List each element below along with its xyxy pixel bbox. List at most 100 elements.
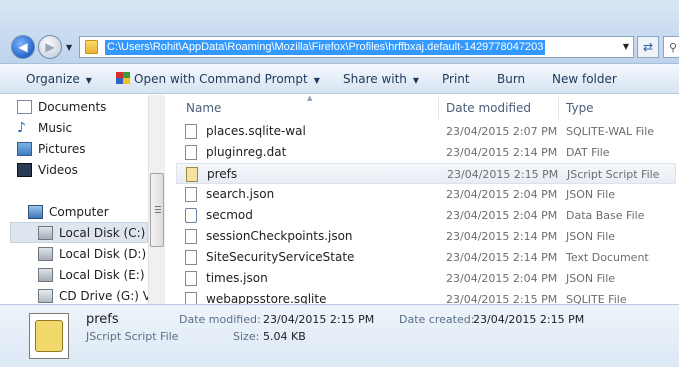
refresh-button[interactable]: ⇄ <box>637 36 659 58</box>
file-icon <box>185 271 197 286</box>
address-path[interactable]: C:\Users\Rohit\AppData\Roaming\Mozilla\F… <box>105 40 546 55</box>
file-type: DAT File <box>566 146 610 159</box>
print-button[interactable]: Print <box>442 64 470 94</box>
file-date: 23/04/2015 2:15 PM <box>446 293 558 304</box>
table-row[interactable]: times.json 23/04/2015 2:04 PM JSON File <box>176 268 676 289</box>
column-header-name[interactable]: Name <box>186 99 221 117</box>
scrollbar-thumb[interactable] <box>150 173 164 247</box>
table-row[interactable]: webappsstore.sqlite 23/04/2015 2:15 PM S… <box>176 289 676 304</box>
nav-scrollbar[interactable] <box>148 95 165 304</box>
back-arrow-icon: ◀ <box>18 40 28 54</box>
file-icon <box>185 229 197 244</box>
organize-button[interactable]: Organize ▼ <box>26 64 92 94</box>
table-row[interactable]: pluginreg.dat 23/04/2015 2:14 PM DAT Fil… <box>176 142 676 163</box>
chevron-down-icon: ▼ <box>313 76 320 85</box>
computer-icon <box>28 205 43 219</box>
details-file-type: JScript Script File <box>86 330 179 343</box>
navigation-pane: Documents ♪ Music Pictures Videos Comput… <box>0 95 150 304</box>
open-with-command-prompt-button[interactable]: Open with Command Prompt ▼ <box>116 64 320 94</box>
file-icon <box>185 292 197 304</box>
sidebar-item-label: Videos <box>38 163 78 177</box>
search-icon: ⚲ <box>668 40 678 54</box>
disk-icon <box>38 226 53 240</box>
file-icon <box>185 250 197 265</box>
file-name: pluginreg.dat <box>206 145 287 159</box>
forward-button[interactable]: ▶ <box>38 35 62 59</box>
table-row[interactable]: search.json 23/04/2015 2:04 PM JSON File <box>176 184 676 205</box>
file-date: 23/04/2015 2:14 PM <box>446 251 558 264</box>
file-date: 23/04/2015 2:04 PM <box>446 188 558 201</box>
column-header-type[interactable]: Type <box>566 99 594 117</box>
sidebar-item-computer[interactable]: Computer <box>28 202 109 222</box>
address-field[interactable]: C:\Users\Rohit\AppData\Roaming\Mozilla\F… <box>79 36 634 58</box>
chevron-down-icon: ▼ <box>412 76 420 85</box>
file-type: SQLITE File <box>566 293 627 304</box>
sidebar-item-local-disk-e[interactable]: Local Disk (E:) <box>38 265 145 285</box>
sidebar-item-label: Computer <box>49 205 109 219</box>
file-type: JSON File <box>566 188 616 201</box>
table-row-selected[interactable]: prefs 23/04/2015 2:15 PM JScript Script … <box>176 163 676 184</box>
size-label: Size: <box>233 330 260 343</box>
grip-icon <box>155 206 161 213</box>
file-name: sessionCheckpoints.json <box>206 229 353 243</box>
disk-icon <box>38 268 53 282</box>
file-name: times.json <box>206 271 268 285</box>
table-row[interactable]: secmod 23/04/2015 2:04 PM Data Base File <box>176 205 676 226</box>
documents-icon <box>17 100 32 114</box>
organize-label: Organize <box>26 72 80 86</box>
file-date: 23/04/2015 2:14 PM <box>446 146 558 159</box>
recent-pages-dropdown-icon[interactable]: ▼ <box>66 43 72 52</box>
sidebar-item-label: Local Disk (E:) <box>59 268 145 282</box>
chevron-down-icon: ▼ <box>85 76 92 85</box>
date-created-label: Date created: <box>399 313 475 326</box>
sidebar-item-label: Documents <box>38 100 107 114</box>
column-divider[interactable] <box>558 97 559 119</box>
column-divider[interactable] <box>438 97 439 119</box>
sidebar-item-videos[interactable]: Videos <box>17 160 78 180</box>
date-created-value: 23/04/2015 2:15 PM <box>473 313 585 326</box>
sidebar-item-cd-drive[interactable]: CD Drive (G:) VS2 <box>38 286 150 304</box>
column-header-date-modified[interactable]: Date modified <box>446 99 531 117</box>
file-name: places.sqlite-wal <box>206 124 306 138</box>
table-row[interactable]: SiteSecurityServiceState 23/04/2015 2:14… <box>176 247 676 268</box>
burn-button[interactable]: Burn <box>497 64 525 94</box>
search-box[interactable]: ⚲ <box>663 36 679 58</box>
file-type: Text Document <box>566 251 649 264</box>
size-value: 5.04 KB <box>263 330 306 343</box>
address-dropdown-icon[interactable]: ▼ <box>623 42 629 51</box>
table-row[interactable]: sessionCheckpoints.json 23/04/2015 2:14 … <box>176 226 676 247</box>
folder-icon <box>85 40 98 54</box>
file-type: JSON File <box>566 272 616 285</box>
jscript-file-icon <box>29 313 69 359</box>
jscript-file-icon <box>186 167 198 182</box>
sort-ascending-icon: ▲ <box>307 95 313 102</box>
table-row[interactable]: places.sqlite-wal 23/04/2015 2:07 PM SQL… <box>176 121 676 142</box>
details-file-name: prefs <box>86 312 119 327</box>
file-list: Name ▲ Date modified Type places.sqlite-… <box>168 95 679 304</box>
file-name: SiteSecurityServiceState <box>206 250 355 264</box>
address-bar-area: ◀ ▶ ▼ C:\Users\Rohit\AppData\Roaming\Moz… <box>0 0 679 64</box>
sidebar-item-local-disk-c[interactable]: Local Disk (C:) <box>38 223 146 243</box>
sidebar-item-label: Local Disk (C:) <box>59 226 146 240</box>
file-date: 23/04/2015 2:04 PM <box>446 209 558 222</box>
file-type: Data Base File <box>566 209 645 222</box>
videos-icon <box>17 163 32 177</box>
date-modified-value: 23/04/2015 2:15 PM <box>263 313 375 326</box>
file-name: secmod <box>206 208 253 222</box>
share-with-label: Share with <box>343 72 407 86</box>
back-button[interactable]: ◀ <box>11 35 35 59</box>
command-prompt-icon <box>116 72 130 84</box>
sidebar-item-local-disk-d[interactable]: Local Disk (D:) <box>38 244 147 264</box>
new-folder-button[interactable]: New folder <box>552 64 617 94</box>
sidebar-item-documents[interactable]: Documents <box>17 97 107 117</box>
file-type: JScript Script File <box>567 168 660 181</box>
file-date: 23/04/2015 2:14 PM <box>446 230 558 243</box>
sidebar-item-pictures[interactable]: Pictures <box>17 139 86 159</box>
sidebar-item-music[interactable]: ♪ Music <box>17 118 72 138</box>
sidebar-item-label: CD Drive (G:) VS2 <box>59 289 150 303</box>
details-pane: prefs JScript Script File Date modified:… <box>0 304 679 367</box>
share-with-button[interactable]: Share with ▼ <box>343 64 419 94</box>
sidebar-item-label: Local Disk (D:) <box>59 247 147 261</box>
date-modified-label: Date modified: <box>179 313 261 326</box>
file-date: 23/04/2015 2:07 PM <box>446 125 558 138</box>
